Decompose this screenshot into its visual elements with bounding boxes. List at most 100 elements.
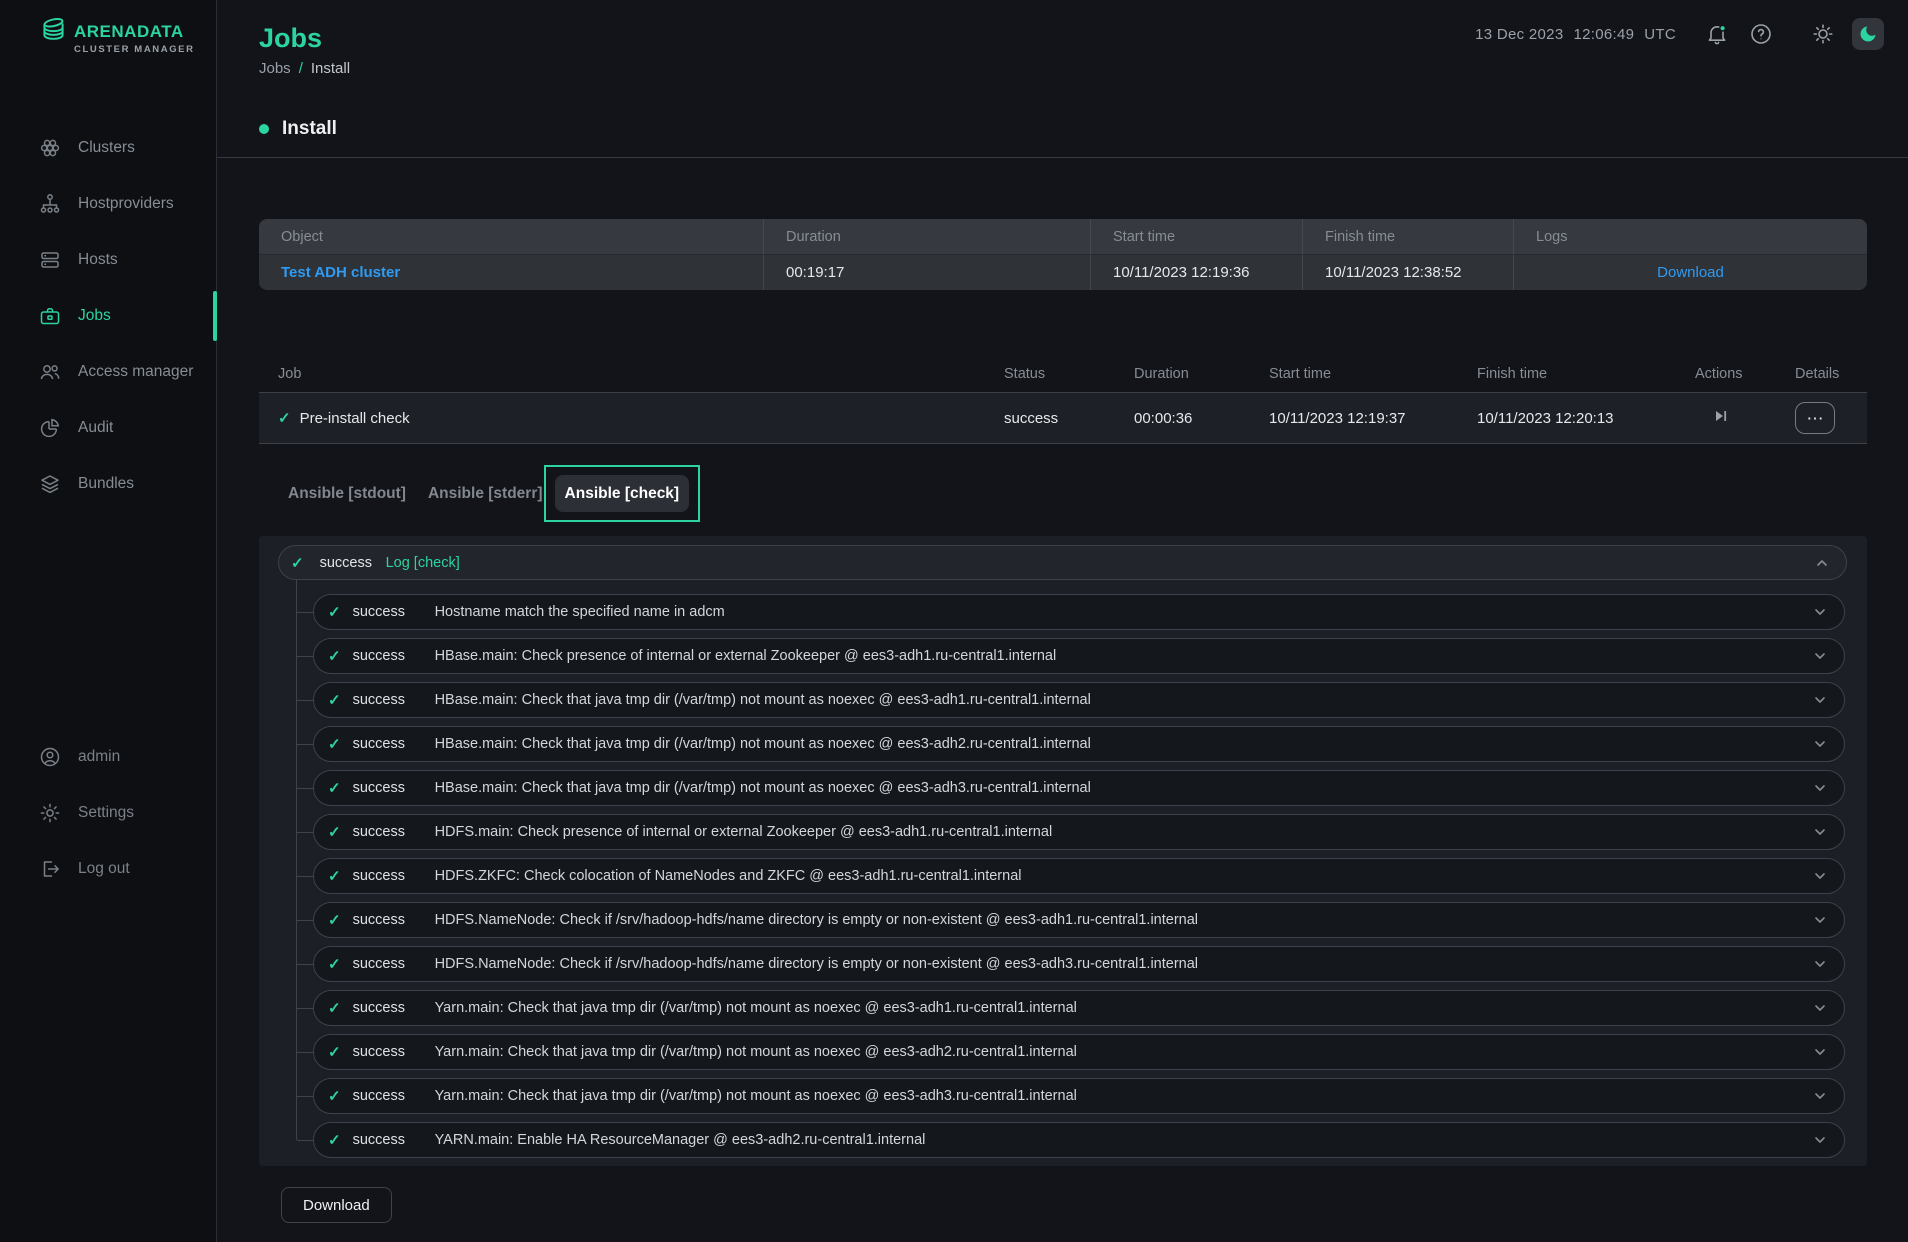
chevron-down-icon[interactable]	[1812, 604, 1828, 620]
log-panel: ✓ success Log [check] ✓ success Hostname…	[259, 536, 1867, 1166]
tab-ansible-check[interactable]: Ansible [check]	[555, 475, 690, 512]
logo-subtitle: CLUSTER MANAGER	[74, 44, 195, 55]
sidebar-item-admin[interactable]: admin	[0, 729, 216, 785]
success-check-icon: ✓	[291, 554, 304, 572]
log-item-text: HDFS.NameNode: Check if /srv/hadoop-hdfs…	[435, 956, 1198, 972]
date-text: 13 Dec 2023	[1475, 26, 1563, 43]
chevron-down-icon[interactable]	[1812, 956, 1828, 972]
sidebar-item-bundles[interactable]: Bundles	[0, 456, 216, 512]
log-check-item[interactable]: ✓ success HDFS.ZKFC: Check colocation of…	[313, 858, 1845, 894]
log-accordion-header[interactable]: ✓ success Log [check]	[278, 545, 1847, 580]
column-header-duration: Duration	[763, 219, 1090, 254]
column-header-start-time: Start time	[1269, 356, 1477, 392]
sidebar-item-clusters[interactable]: Clusters	[0, 120, 216, 176]
success-check-icon: ✓	[328, 955, 341, 973]
chevron-down-icon[interactable]	[1812, 648, 1828, 664]
log-tabs: Ansible [stdout] Ansible [stderr] Ansibl…	[259, 475, 1867, 512]
help-button[interactable]	[1746, 19, 1776, 49]
log-check-item[interactable]: ✓ success HBase.main: Check that java tm…	[313, 726, 1845, 762]
log-check-item[interactable]: ✓ success Hostname match the specified n…	[313, 594, 1845, 630]
job-section-header: Install	[259, 117, 1908, 141]
log-item-status: success	[353, 692, 411, 708]
log-items: ✓ success Hostname match the specified n…	[278, 594, 1847, 1158]
log-item-status: success	[353, 1044, 411, 1060]
column-header-finish-time: Finish time	[1477, 356, 1695, 392]
sidebar-item-access-manager[interactable]: Access manager	[0, 344, 216, 400]
chevron-up-icon[interactable]	[1814, 555, 1830, 571]
light-theme-button[interactable]	[1808, 19, 1838, 49]
header-toolbar: 13 Dec 2023 12:06:49 UTC	[1475, 18, 1884, 50]
log-check-item[interactable]: ✓ success HDFS.NameNode: Check if /srv/h…	[313, 946, 1845, 982]
chevron-down-icon[interactable]	[1812, 1044, 1828, 1060]
sidebar-item-hosts[interactable]: Hosts	[0, 232, 216, 288]
success-check-icon: ✓	[328, 603, 341, 621]
log-item-status: success	[353, 736, 411, 752]
object-start-time-value: 10/11/2023 12:19:36	[1090, 254, 1302, 290]
sidebar-item-jobs[interactable]: Jobs	[0, 288, 216, 344]
column-header-object: Object	[259, 219, 763, 254]
sidebar-item-label: Access manager	[78, 363, 193, 381]
log-item-status: success	[353, 604, 411, 620]
tab-ansible-stdout[interactable]: Ansible [stdout]	[278, 475, 416, 512]
chevron-down-icon[interactable]	[1812, 912, 1828, 928]
log-check-item[interactable]: ✓ success Yarn.main: Check that java tmp…	[313, 1034, 1845, 1070]
logo-title: ARENADATA	[74, 22, 195, 42]
object-cluster-link[interactable]: Test ADH cluster	[281, 264, 400, 281]
skip-forward-icon[interactable]	[1712, 407, 1730, 429]
dark-theme-button[interactable]	[1852, 18, 1884, 50]
log-check-item[interactable]: ✓ success HDFS.NameNode: Check if /srv/h…	[313, 902, 1845, 938]
sidebar-item-label: Log out	[78, 860, 130, 878]
success-check-icon: ✓	[328, 779, 341, 797]
job-table-row: ✓ Pre-install check success 00:00:36 10/…	[259, 392, 1867, 444]
log-check-link[interactable]: Log [check]	[386, 555, 460, 571]
sidebar-item-logout[interactable]: Log out	[0, 841, 216, 897]
notifications-button[interactable]	[1702, 19, 1732, 49]
success-check-icon: ✓	[328, 647, 341, 665]
breadcrumb-jobs[interactable]: Jobs	[259, 60, 291, 77]
chevron-down-icon[interactable]	[1812, 824, 1828, 840]
logs-download-link[interactable]: Download	[1657, 264, 1724, 281]
log-check-item[interactable]: ✓ success YARN.main: Enable HA ResourceM…	[313, 1122, 1845, 1158]
success-check-icon: ✓	[328, 1087, 341, 1105]
job-name[interactable]: Pre-install check	[300, 410, 410, 427]
main-content: Jobs Jobs / Install 13 Dec 2023 12:06:49…	[217, 0, 1908, 1242]
log-item-status: success	[353, 1088, 411, 1104]
log-item-text: YARN.main: Enable HA ResourceManager @ e…	[435, 1132, 926, 1148]
log-check-item[interactable]: ✓ success HBase.main: Check that java tm…	[313, 770, 1845, 806]
sidebar-item-hostproviders[interactable]: Hostproviders	[0, 176, 216, 232]
job-details-button[interactable]: ⋯	[1795, 402, 1835, 434]
chevron-down-icon[interactable]	[1812, 780, 1828, 796]
chevron-down-icon[interactable]	[1812, 1000, 1828, 1016]
log-check-item[interactable]: ✓ success HDFS.main: Check presence of i…	[313, 814, 1845, 850]
bundles-icon	[38, 472, 62, 496]
log-item-status: success	[353, 824, 411, 840]
column-header-actions: Actions	[1695, 356, 1795, 392]
chevron-down-icon[interactable]	[1812, 692, 1828, 708]
download-button[interactable]: Download	[281, 1187, 392, 1223]
chevron-down-icon[interactable]	[1812, 1132, 1828, 1148]
chevron-down-icon[interactable]	[1812, 868, 1828, 884]
sidebar-item-settings[interactable]: Settings	[0, 785, 216, 841]
log-check-item[interactable]: ✓ success Yarn.main: Check that java tmp…	[313, 1078, 1845, 1114]
log-item-text: HBase.main: Check that java tmp dir (/va…	[435, 780, 1091, 796]
success-check-icon: ✓	[328, 867, 341, 885]
log-item-status: success	[353, 1000, 411, 1016]
log-check-item[interactable]: ✓ success HBase.main: Check presence of …	[313, 638, 1845, 674]
tab-ansible-stderr[interactable]: Ansible [stderr]	[418, 475, 553, 512]
logout-icon	[38, 857, 62, 881]
sidebar-footer: admin Settings Log out	[0, 729, 216, 897]
log-check-item[interactable]: ✓ success Yarn.main: Check that java tmp…	[313, 990, 1845, 1026]
log-check-item[interactable]: ✓ success HBase.main: Check that java tm…	[313, 682, 1845, 718]
job-duration-value: 00:00:36	[1134, 393, 1269, 443]
user-icon	[38, 745, 62, 769]
sidebar-item-label: Settings	[78, 804, 134, 822]
log-item-text: Yarn.main: Check that java tmp dir (/var…	[435, 1088, 1077, 1104]
sidebar-item-audit[interactable]: Audit	[0, 400, 216, 456]
log-item-status: success	[353, 956, 411, 972]
chevron-down-icon[interactable]	[1812, 736, 1828, 752]
object-finish-time-value: 10/11/2023 12:38:52	[1302, 254, 1513, 290]
logo[interactable]: ARENADATA CLUSTER MANAGER	[0, 0, 216, 55]
chevron-down-icon[interactable]	[1812, 1088, 1828, 1104]
success-check-icon: ✓	[328, 735, 341, 753]
success-check-icon: ✓	[328, 823, 341, 841]
